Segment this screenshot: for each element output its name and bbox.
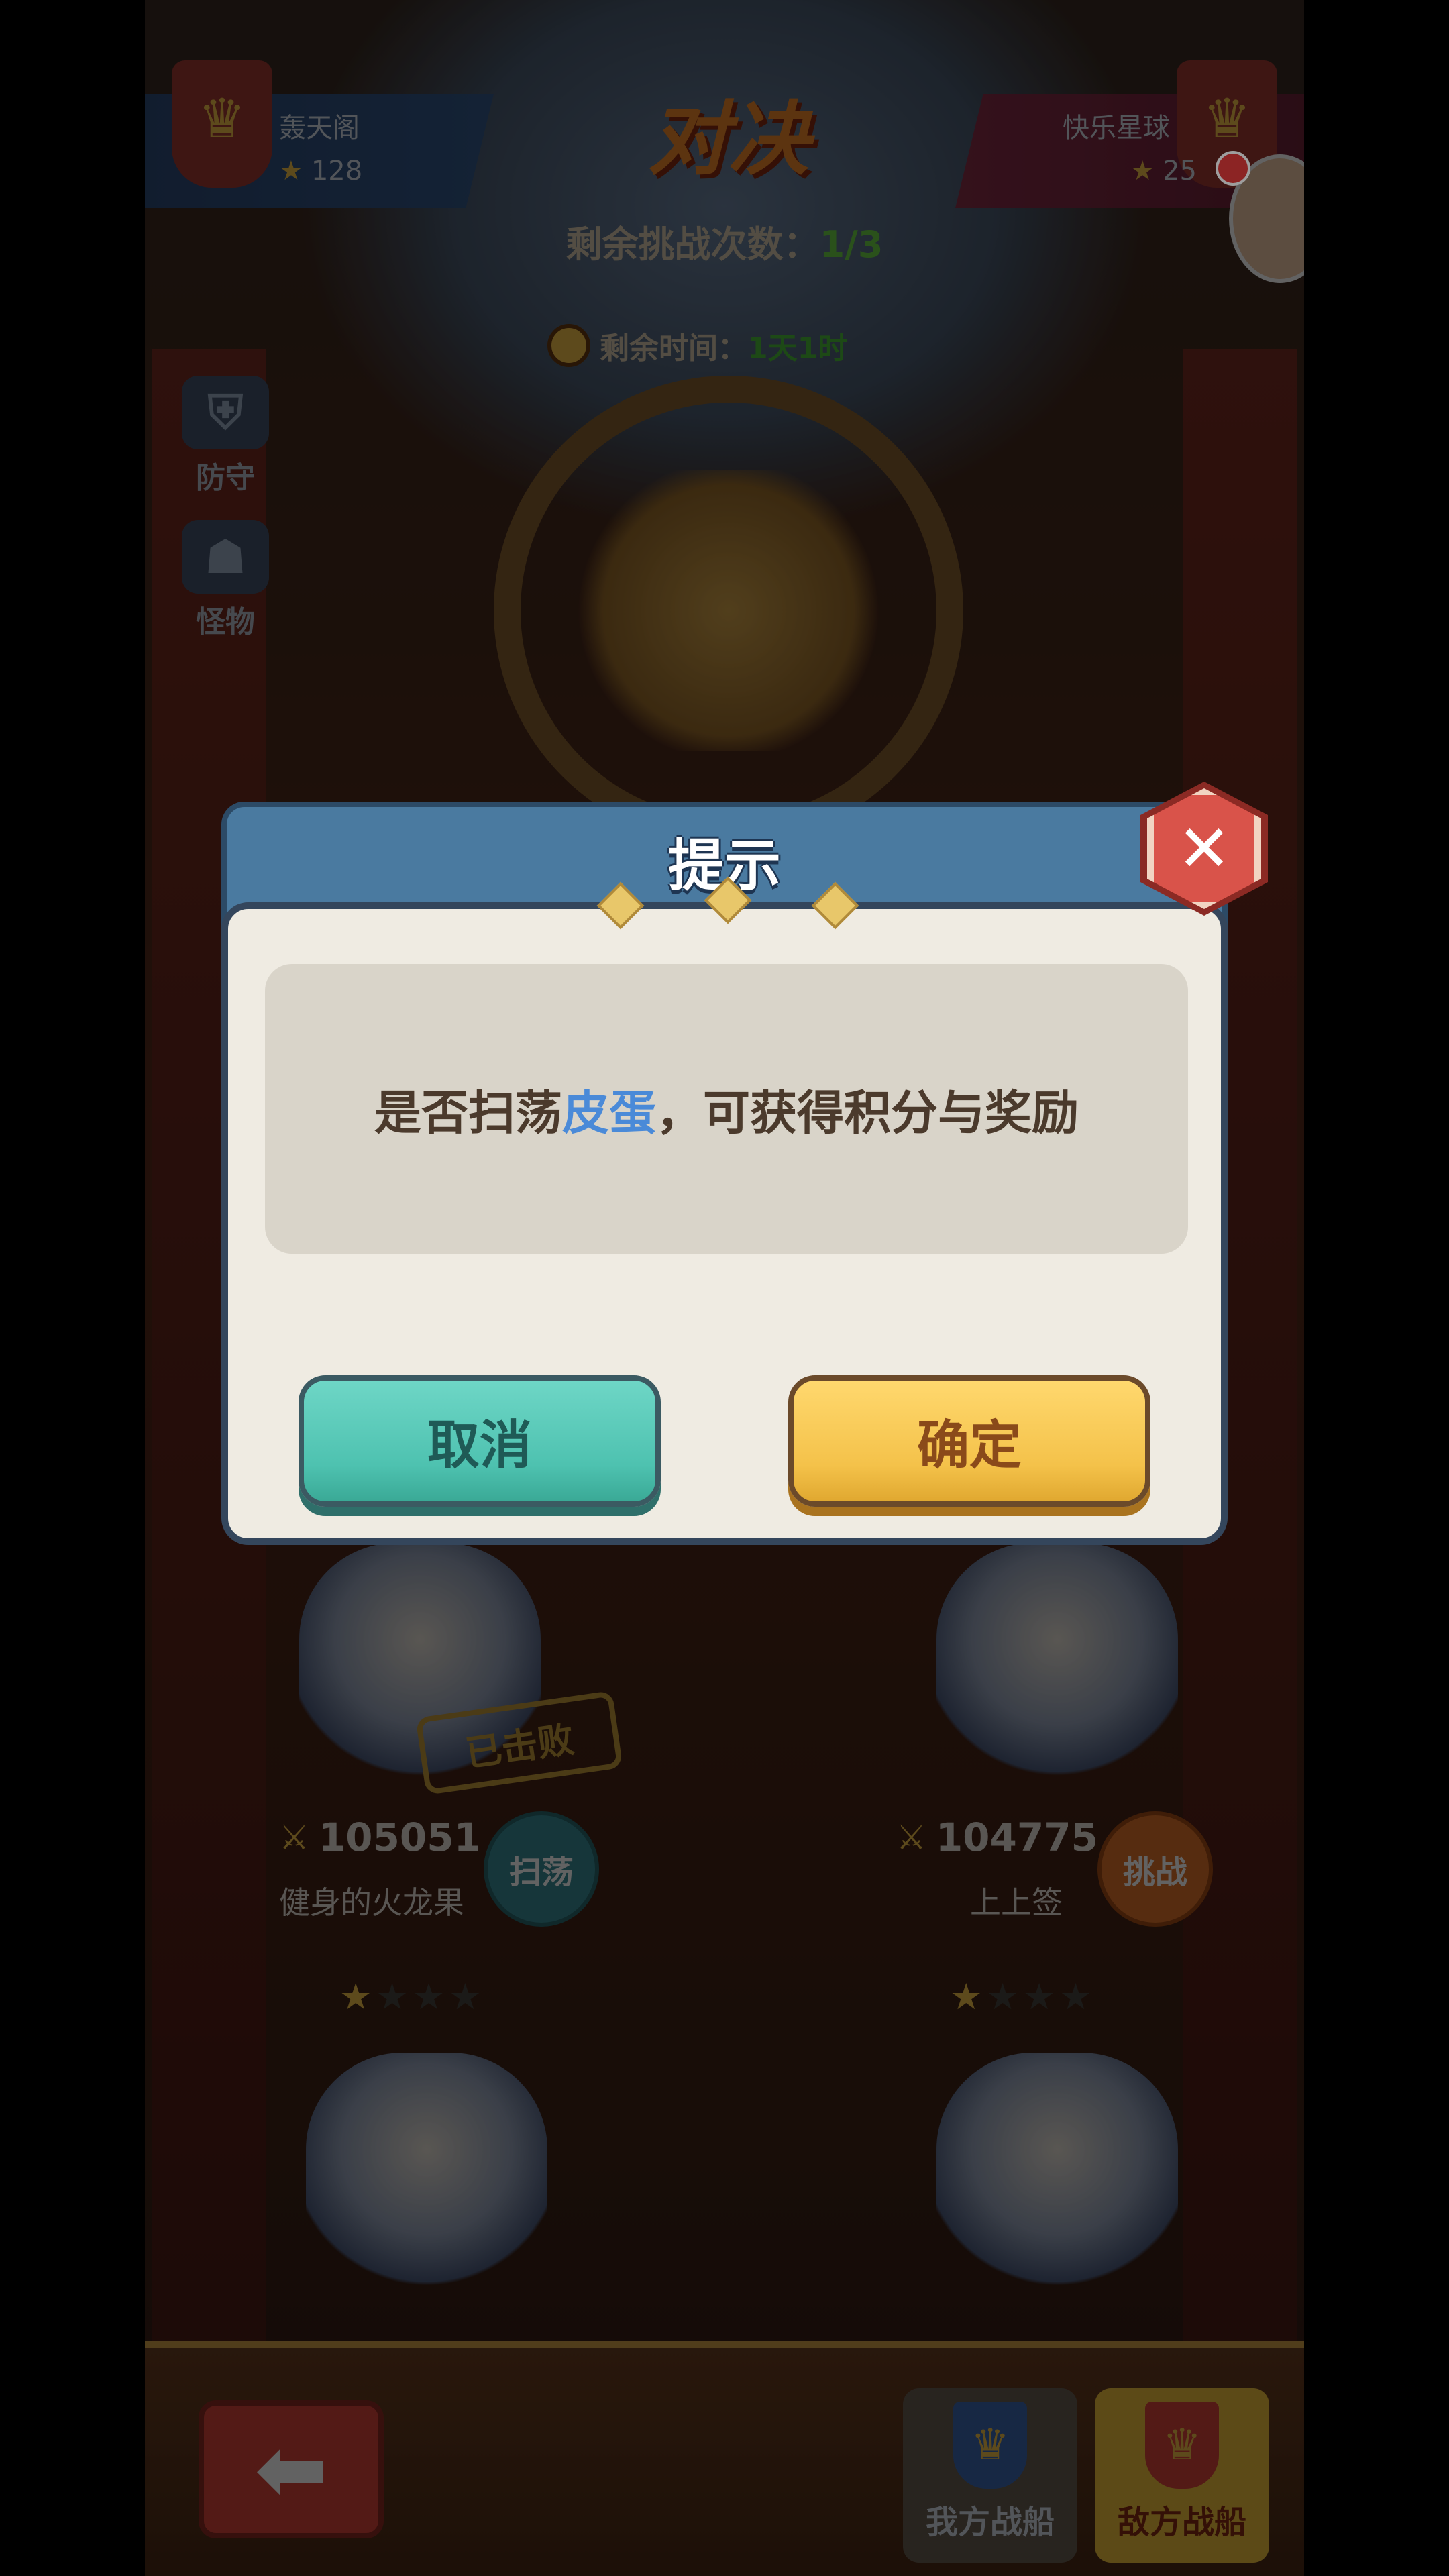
confirm-button[interactable]: 确定 bbox=[788, 1375, 1150, 1507]
message-text: ，可获得积分与奖励 bbox=[656, 1085, 1079, 1140]
close-icon: ✕ bbox=[1177, 811, 1232, 886]
cancel-button[interactable]: 取消 bbox=[299, 1375, 661, 1507]
confirm-dialog: 提示 是否扫荡 皮蛋 ，可获得积分与奖励 取消 确定 bbox=[221, 802, 1228, 1545]
dialog-message: 是否扫荡 皮蛋 ，可获得积分与奖励 bbox=[265, 964, 1188, 1254]
message-text: 是否扫荡 bbox=[374, 1085, 562, 1140]
message-target-name: 皮蛋 bbox=[562, 1085, 656, 1140]
